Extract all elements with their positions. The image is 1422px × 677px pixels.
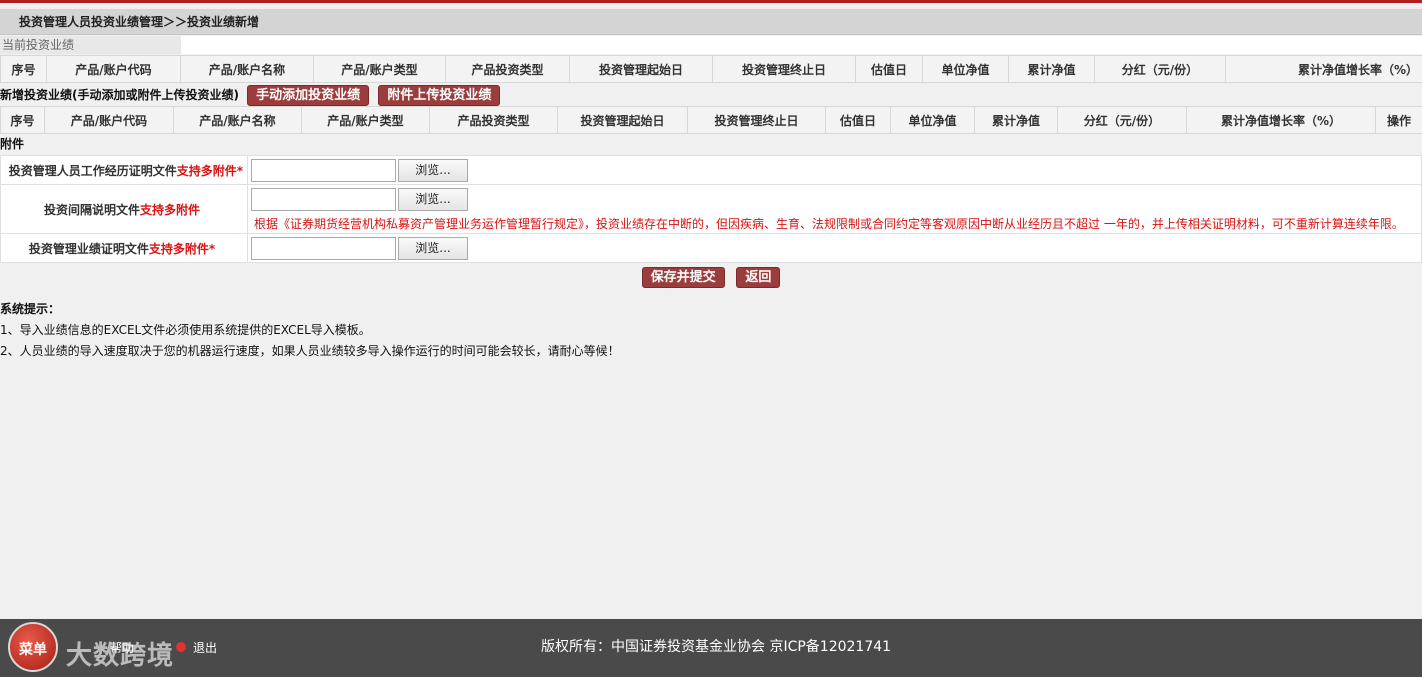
attachment-input-cell: 浏览... [247,155,1422,185]
multi-attach-tag: 支持多附件 [140,202,201,217]
multi-attach-tag: 支持多附件* [176,163,243,178]
col-header: 分红（元/份） [1057,106,1187,134]
attachment-input-cell: 浏览... 根据《证券期货经营机构私募资产管理业务运作管理暂行规定》，投资业绩存… [247,184,1422,234]
attachment-label: 投资管理业绩证明文件支持多附件* [0,233,248,263]
new-table-header: 序号 产品/账户代码 产品/账户名称 产品/账户类型 产品投资类型 投资管理起始… [0,106,1422,134]
tip-line: 2、人员业绩的导入速度取决于您的机器运行速度，如果人员业绩较多导入操作运行的时间… [0,344,620,358]
file-path-input[interactable] [251,236,396,260]
col-header: 分红（元/份） [1094,55,1226,83]
system-tips: 系统提示： 1、导入业绩信息的EXCEL文件必须使用系统提供的EXCEL导入模板… [0,299,1422,362]
col-header: 累计净值增长率（%） [1225,55,1422,83]
current-performance-title: 当前投资业绩 [0,36,1422,54]
col-header: 投资管理终止日 [687,106,826,134]
col-header: 单位净值 [922,55,1009,83]
manual-add-button[interactable]: 手动添加投资业绩 [247,85,370,106]
new-performance-bar: 新增投资业绩(手动添加或附件上传投资业绩) 手动添加投资业绩 附件上传投资业绩 [0,83,1422,107]
attachment-row: 投资管理人员工作经历证明文件支持多附件* 浏览... [0,155,1422,185]
browse-button[interactable]: 浏览... [398,188,468,211]
attachment-row: 投资管理业绩证明文件支持多附件* 浏览... [0,233,1422,263]
browse-button[interactable]: 浏览... [398,236,468,260]
col-header: 产品/账户代码 [46,55,181,83]
col-header: 产品投资类型 [429,106,558,134]
breadcrumb: 投资管理人员投资业绩管理＞＞投资业绩新增 [0,9,1422,35]
tips-title: 系统提示： [0,302,61,316]
top-accent-line [0,0,1422,3]
multi-attach-tag: 支持多附件* [148,241,216,256]
save-submit-button[interactable]: 保存并提交 [641,267,725,288]
col-header: 估值日 [855,55,923,83]
new-performance-label: 新增投资业绩(手动添加或附件上传投资业绩) [0,88,239,102]
col-header: 单位净值 [890,106,975,134]
col-header: 累计净值 [974,106,1058,134]
copyright-text: 版权所有：中国证券投资基金业协会 京ICP备12021741 [541,639,892,655]
logout-link[interactable]: 退出 [193,639,217,656]
attachment-label: 投资间隔说明文件支持多附件 [0,184,248,234]
menu-button[interactable]: 菜单 [8,622,58,672]
col-header: 产品/账户名称 [173,106,302,134]
browse-button[interactable]: 浏览... [398,158,468,182]
logout-icon [176,642,186,652]
col-header: 投资管理起始日 [557,106,688,134]
attachment-row: 投资间隔说明文件支持多附件 浏览... 根据《证券期货经营机构私募资产管理业务运… [0,184,1422,234]
interval-note: 根据《证券期货经营机构私募资产管理业务运作管理暂行规定》，投资业绩存在中断的，但… [254,217,1404,231]
col-header: 投资管理终止日 [712,55,856,83]
attachments-table: 投资管理人员工作经历证明文件支持多附件* 浏览... 投资间隔说明文件支持多附件… [0,155,1422,263]
help-link[interactable]: 帮助 [110,639,134,656]
col-header: 产品投资类型 [445,55,570,83]
file-path-input[interactable] [251,188,396,211]
col-header: 累计净值 [1008,55,1095,83]
tip-line: 1、导入业绩信息的EXCEL文件必须使用系统提供的EXCEL导入模板。 [0,323,371,337]
menu-label: 菜单 [19,642,47,658]
col-header: 产品/账户代码 [44,106,174,134]
col-header: 产品/账户类型 [313,55,446,83]
col-header: 累计净值增长率（%） [1186,106,1376,134]
col-header: 投资管理起始日 [569,55,713,83]
file-path-input[interactable] [251,158,396,182]
attachment-label: 投资管理人员工作经历证明文件支持多附件* [0,155,248,185]
upload-attachment-button[interactable]: 附件上传投资业绩 [378,85,501,106]
current-table-header: 序号 产品/账户代码 产品/账户名称 产品/账户类型 产品投资类型 投资管理起始… [0,55,1422,83]
col-header: 产品/账户名称 [180,55,314,83]
new-performance-table: 序号 产品/账户代码 产品/账户名称 产品/账户类型 产品投资类型 投资管理起始… [0,106,1422,134]
col-header: 操作 [1375,106,1422,134]
attachments-title: 附件 [0,134,1422,154]
col-header: 产品/账户类型 [301,106,430,134]
form-actions: 保存并提交 返回 [0,267,1422,291]
col-header: 估值日 [825,106,891,134]
col-header: 序号 [0,106,45,134]
attachment-input-cell: 浏览... [247,233,1422,263]
back-button[interactable]: 返回 [736,267,781,288]
col-header: 序号 [0,55,47,83]
footer: 菜单 大数跨境 帮助 退出 版权所有：中国证券投资基金业协会 京ICP备1202… [0,619,1422,677]
current-performance-table: 序号 产品/账户代码 产品/账户名称 产品/账户类型 产品投资类型 投资管理起始… [0,55,1422,83]
